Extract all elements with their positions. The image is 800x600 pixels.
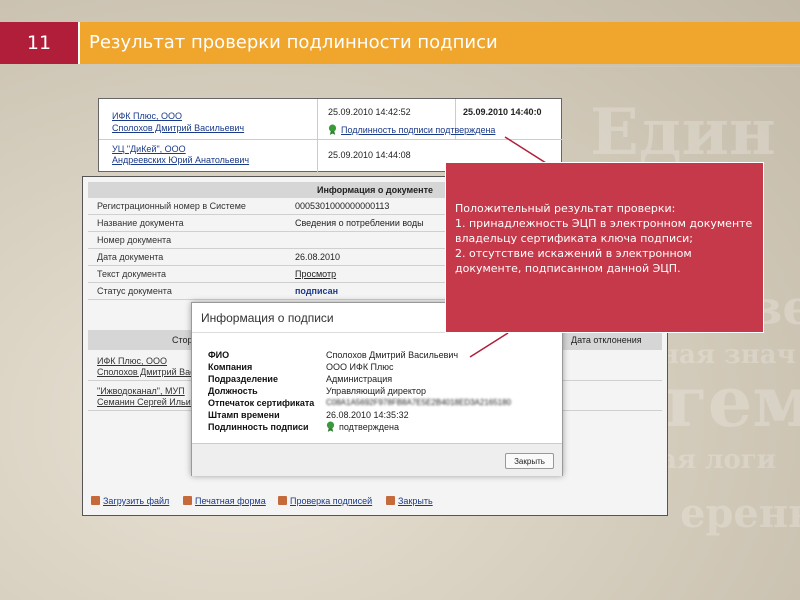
explanation-callout: Положительный результат проверки: 1. при… bbox=[445, 162, 764, 333]
callout-arrow-bottom bbox=[469, 332, 509, 358]
callout-line-1: Положительный результат проверки: bbox=[455, 202, 676, 215]
callout-line-3: 2. отсутствие искажений в электронном до… bbox=[455, 247, 692, 275]
callout-arrow-top bbox=[504, 136, 547, 164]
callout-line-2: 1. принадлежность ЭЦП в электронном доку… bbox=[455, 217, 753, 245]
